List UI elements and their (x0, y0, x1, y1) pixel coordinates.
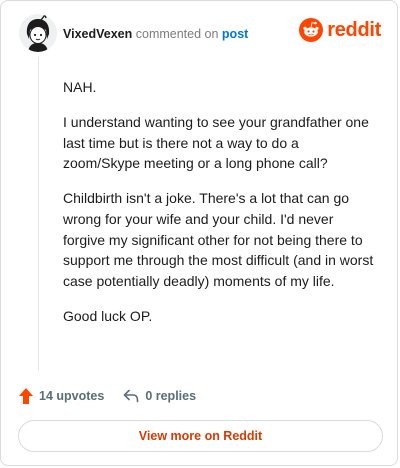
upvote-count: 14 upvotes (39, 389, 105, 403)
reddit-logo[interactable]: reddit (299, 17, 381, 43)
reply-count: 0 replies (145, 389, 197, 403)
replies-button[interactable]: 0 replies (123, 389, 196, 403)
comment-paragraph: NAH. (63, 79, 97, 95)
comment-paragraph: Good luck OP. (63, 307, 153, 324)
comment-paragraph: I understand wanting to see your grandfa… (63, 114, 369, 172)
user-avatar[interactable] (19, 14, 57, 52)
view-more-button[interactable]: View more on Reddit (18, 420, 383, 452)
upvote-button[interactable]: 14 upvotes (19, 388, 104, 404)
reddit-alien-icon (299, 18, 324, 42)
comment-byline: VixedVexen commented on post (63, 27, 248, 41)
comment-paragraph: Childbirth isn't a joke. There's a lot t… (63, 190, 374, 289)
username[interactable]: VixedVexen (63, 27, 132, 41)
thread-line (38, 57, 39, 371)
comment-body: NAH. I understand wanting to see your gr… (63, 77, 379, 341)
post-link[interactable]: post (222, 27, 248, 41)
comment-actions: 14 upvotes 0 replies (19, 386, 196, 406)
reply-arrow-icon (124, 389, 139, 403)
action-text: commented on (135, 27, 219, 41)
avatar-character-icon (19, 14, 57, 52)
comment-embed-card: VixedVexen commented on post reddit NAH.… (0, 0, 398, 466)
upvote-arrow-icon (19, 388, 33, 404)
comment-header: VixedVexen commented on post reddit (19, 14, 381, 54)
reddit-wordmark: reddit (327, 18, 381, 41)
